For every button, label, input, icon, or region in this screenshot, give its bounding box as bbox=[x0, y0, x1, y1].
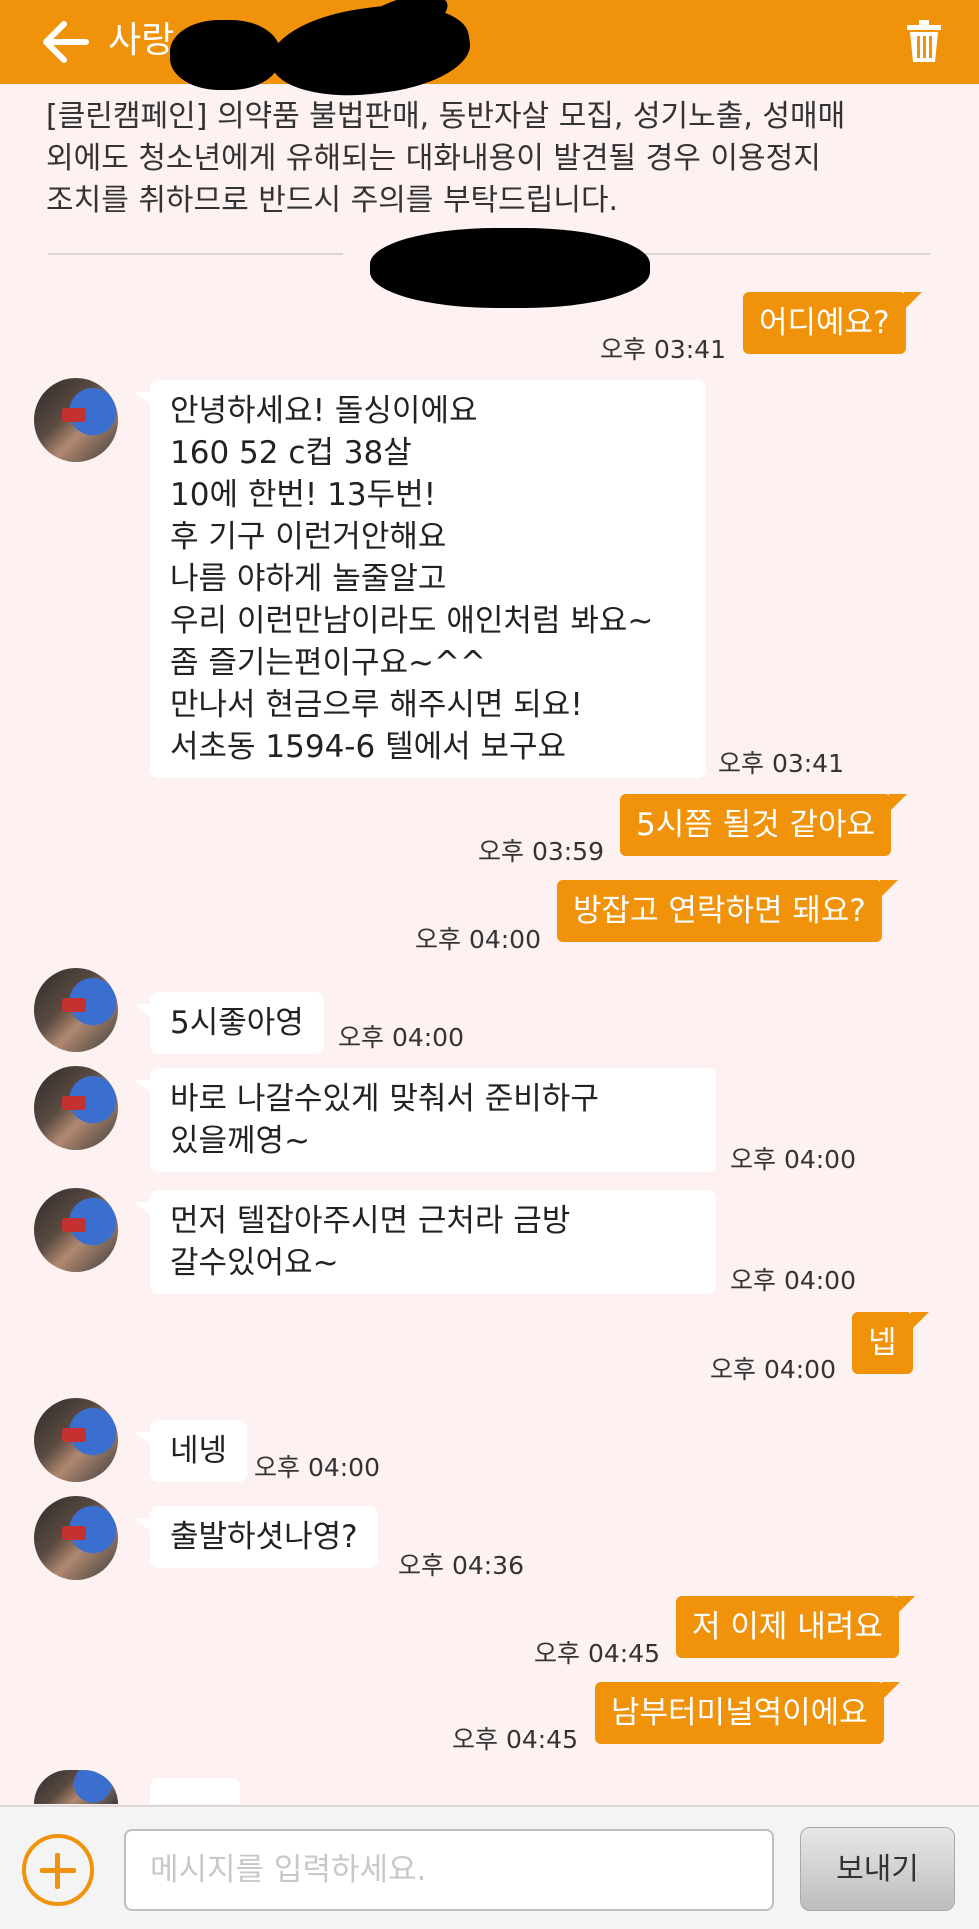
message-line: 10에 한번! 13두번! bbox=[170, 477, 437, 513]
message-line: 바로 나갈수있게 맞춰서 준비하구 bbox=[170, 1081, 599, 1117]
message-time: 오후 03:59 bbox=[478, 837, 604, 866]
incoming-message: 먼저 텔잡아주시면 근처라 금방 갈수있어요~ bbox=[134, 1190, 716, 1294]
message-line: 160 52 c컵 38살 bbox=[170, 435, 412, 471]
message-time: 오후 04:45 bbox=[534, 1639, 660, 1668]
message-line: 갈수있어요~ bbox=[170, 1245, 339, 1281]
date-divider-left bbox=[48, 253, 343, 255]
message-time: 오후 04:00 bbox=[710, 1355, 836, 1384]
outgoing-message: 5시쯤 될것 같아요 bbox=[620, 794, 908, 856]
message-line: 좀 즐기는편이구요~^^ bbox=[170, 645, 486, 681]
message-time: 오후 04:00 bbox=[254, 1453, 380, 1482]
outgoing-message: 방잡고 연락하면 돼요? bbox=[557, 880, 898, 942]
message-line: 서초동 1594-6 텔에서 보구요 bbox=[170, 729, 567, 765]
chat-title-start: 사랑 bbox=[108, 20, 175, 61]
message-line: 나름 야하게 놀줄알고 bbox=[170, 561, 447, 597]
message-line: 있을께영~ bbox=[170, 1123, 311, 1159]
avatar[interactable] bbox=[34, 1496, 118, 1580]
avatar[interactable] bbox=[34, 1398, 118, 1482]
message-line: 우리 이런만남이라도 애인처럼 봐요~ bbox=[170, 603, 654, 639]
outgoing-message: 넵 bbox=[852, 1312, 928, 1374]
message-input[interactable] bbox=[124, 1829, 774, 1911]
trash-icon[interactable] bbox=[907, 20, 941, 62]
incoming-message: 바로 나갈수있게 맞춰서 준비하구 있을께영~ bbox=[134, 1068, 716, 1172]
message-text: 남부터미널역이에요 bbox=[611, 1695, 868, 1731]
date-divider-right bbox=[640, 253, 930, 255]
redaction-mark bbox=[170, 20, 280, 90]
message-text: 어디예요? bbox=[759, 305, 890, 341]
notice-line: [클린캠페인] 의약품 불법판매, 동반자살 모집, 성기노출, 성매매 bbox=[46, 99, 846, 134]
message-text: 방잡고 연락하면 돼요? bbox=[573, 893, 866, 929]
send-button[interactable]: 보내기 bbox=[800, 1827, 955, 1911]
message-time: 오후 04:36 bbox=[398, 1551, 524, 1580]
incoming-message: 5시좋아영 bbox=[134, 992, 324, 1054]
notice-line: 조치를 취하므로 반드시 주의를 부탁드립니다. bbox=[46, 183, 619, 218]
message-time: 오후 04:45 bbox=[452, 1725, 578, 1754]
avatar[interactable] bbox=[34, 968, 118, 1052]
message-time: 오후 04:00 bbox=[415, 925, 541, 954]
avatar[interactable] bbox=[34, 1066, 118, 1150]
message-line: 후 기구 이런거안해요 bbox=[170, 519, 447, 555]
message-time: 오후 03:41 bbox=[718, 749, 844, 778]
outgoing-message: 어디예요? bbox=[743, 292, 922, 354]
arrow-left-icon[interactable] bbox=[42, 20, 90, 64]
outgoing-message: 저 이제 내려요 bbox=[676, 1596, 915, 1658]
clean-campaign-notice: [클린캠페인] 의약품 불법판매, 동반자살 모집, 성기노출, 성매매 외에도… bbox=[46, 96, 926, 222]
message-text: 넵 bbox=[868, 1325, 897, 1361]
redaction-mark bbox=[370, 228, 650, 308]
message-line: 출발하셧나영? bbox=[170, 1519, 358, 1555]
message-time: 오후 03:41 bbox=[600, 335, 726, 364]
message-line: 네넹 bbox=[170, 1433, 228, 1469]
plus-circle-icon[interactable] bbox=[22, 1834, 94, 1906]
message-line: 5시좋아영 bbox=[170, 1005, 304, 1041]
notice-line: 외에도 청소년에게 유해되는 대화내용이 발견될 경우 이용정지 bbox=[46, 141, 821, 176]
app-header: 사랑38 bbox=[0, 0, 979, 108]
incoming-message: 네넹 bbox=[133, 1420, 248, 1482]
message-line: 먼저 텔잡아주시면 근처라 금방 bbox=[170, 1203, 571, 1239]
message-text: 5시쯤 될것 같아요 bbox=[636, 807, 876, 843]
avatar[interactable] bbox=[34, 378, 118, 462]
message-text: 저 이제 내려요 bbox=[692, 1609, 883, 1645]
message-time: 오후 04:00 bbox=[338, 1023, 464, 1052]
incoming-message: 출발하셧나영? bbox=[134, 1506, 378, 1568]
outgoing-message: 남부터미널역이에요 bbox=[595, 1682, 900, 1744]
message-line: 만나서 현금으루 해주시면 되요! bbox=[170, 687, 583, 723]
message-input-bar: 보내기 bbox=[0, 1805, 979, 1929]
incoming-message-partial bbox=[150, 1778, 240, 1804]
message-time: 오후 04:00 bbox=[730, 1145, 856, 1174]
message-line: 안녕하세요! 돌싱이에요 bbox=[170, 393, 478, 429]
avatar bbox=[34, 1770, 118, 1804]
incoming-message: 안녕하세요! 돌싱이에요 160 52 c컵 38살 10에 한번! 13두번!… bbox=[134, 380, 706, 778]
avatar[interactable] bbox=[34, 1188, 118, 1272]
message-time: 오후 04:00 bbox=[730, 1266, 856, 1295]
